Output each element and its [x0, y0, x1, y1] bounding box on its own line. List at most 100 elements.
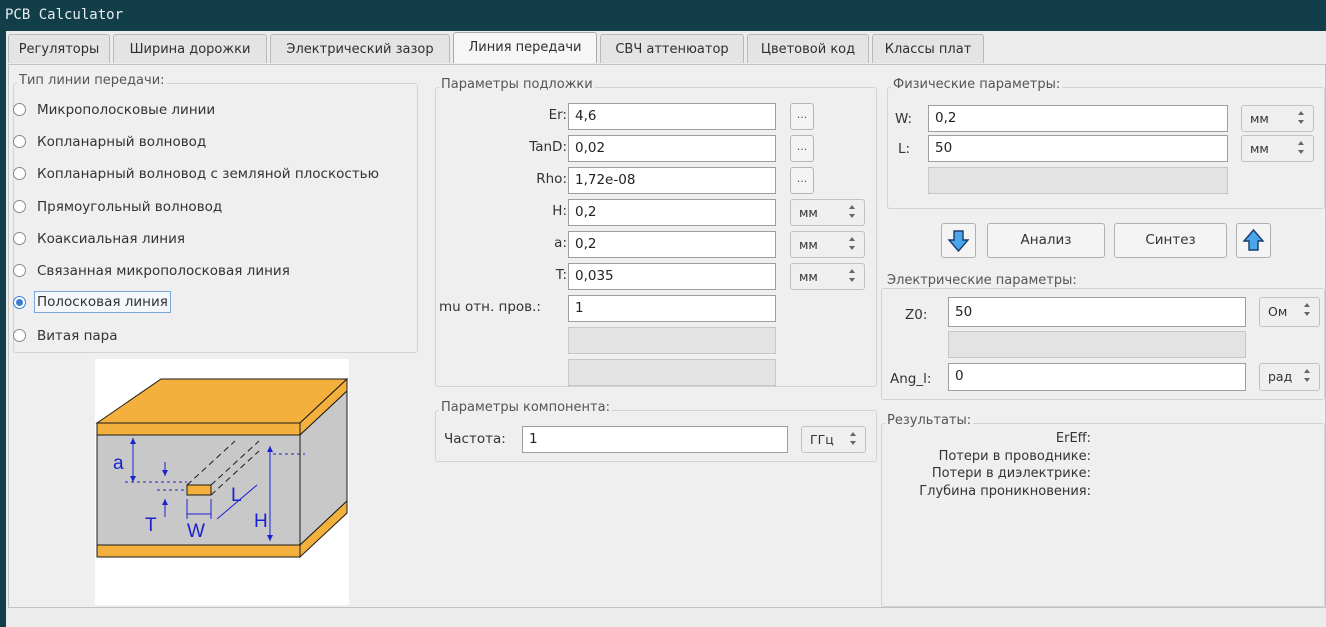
radio-indicator[interactable] — [13, 135, 26, 148]
tand-label: TanD: — [529, 139, 567, 155]
tab-rf-attenuator[interactable]: СВЧ аттенюатор — [600, 34, 744, 63]
line-type-title: Тип линии передачи: — [17, 73, 167, 88]
a-unit-select[interactable]: мм — [790, 231, 865, 258]
tab-color-code[interactable]: Цветовой код — [747, 34, 869, 63]
arrow-down-icon — [947, 230, 970, 253]
spin-arrows-icon — [849, 204, 857, 220]
synthesize-button[interactable]: Синтез — [1114, 223, 1227, 258]
physical-extra-field — [928, 167, 1228, 194]
top-plane-front — [96, 422, 301, 436]
w-input[interactable]: 0,2 — [928, 105, 1228, 132]
radio-indicator[interactable] — [13, 103, 26, 116]
results-title: Результаты: — [885, 413, 974, 428]
radio-indicator-selected[interactable] — [13, 296, 26, 309]
spin-arrows-icon — [1298, 140, 1306, 156]
a-input[interactable]: 0,2 — [568, 231, 776, 258]
transmission-line-panel: Тип линии передачи: Микрополосковые лини… — [8, 64, 1326, 608]
result-ereff: ErEff: — [1055, 431, 1091, 446]
er-browse-button[interactable]: ... — [790, 103, 814, 130]
er-input[interactable]: 4,6 — [568, 103, 776, 130]
spin-arrows-icon — [1304, 368, 1312, 384]
a-label: a: — [554, 235, 567, 251]
substrate-title: Параметры подложки — [439, 77, 595, 92]
tand-browse-button[interactable]: ... — [790, 135, 814, 162]
t-input[interactable]: 0,035 — [568, 263, 776, 290]
radio-indicator[interactable] — [13, 232, 26, 245]
tab-transmission-line[interactable]: Линия передачи — [453, 32, 597, 63]
label-T: T — [145, 515, 157, 536]
t-label: T: — [555, 267, 567, 283]
signal-strip — [186, 484, 212, 496]
w-label: W: — [895, 111, 913, 127]
spin-arrows-icon — [1298, 110, 1306, 126]
spin-arrows-icon — [850, 431, 858, 447]
synthesize-arrow-button[interactable] — [1236, 223, 1271, 258]
label-W: W — [187, 521, 205, 542]
frequency-unit-value: ГГц — [810, 432, 834, 447]
t-unit-select[interactable]: мм — [790, 263, 865, 290]
l-input[interactable]: 50 — [928, 135, 1228, 162]
ang-unit-value: рад — [1268, 369, 1293, 384]
tab-regulators[interactable]: Регуляторы — [8, 34, 110, 63]
z0-input[interactable]: 50 — [948, 297, 1246, 327]
rho-input[interactable]: 1,72e-08 — [568, 167, 776, 194]
a-unit-value: мм — [799, 237, 818, 252]
label-a: a — [113, 453, 124, 474]
spin-arrows-icon — [849, 236, 857, 252]
h-unit-select[interactable]: мм — [790, 199, 865, 226]
mu-label: mu отн. пров.: — [439, 299, 541, 315]
mu-input[interactable]: 1 — [568, 295, 776, 322]
z0-unit-select[interactable]: Ом — [1259, 297, 1320, 327]
z0-label: Z0: — [905, 307, 928, 323]
spin-arrows-icon — [1304, 302, 1312, 318]
window-frame — [0, 31, 6, 627]
bottom-plane-front — [96, 544, 301, 558]
tab-electrical-clearance[interactable]: Электрический зазор — [270, 34, 450, 63]
stripline-diagram: a T W L H — [95, 359, 349, 605]
label-L: L — [231, 485, 242, 506]
tand-input[interactable]: 0,02 — [568, 135, 776, 162]
electrical-title: Электрические параметры: — [885, 273, 1079, 288]
result-conductor-loss: Потери в проводнике: — [938, 449, 1091, 464]
radio-label: Витая пара — [37, 328, 118, 344]
electrical-extra-field — [948, 331, 1246, 358]
radio-indicator[interactable] — [13, 167, 26, 180]
substrate-extra-field — [568, 359, 776, 386]
analyze-button[interactable]: Анализ — [987, 223, 1105, 258]
analyze-arrow-button[interactable] — [941, 223, 976, 258]
frequency-label: Частота: — [444, 431, 506, 447]
h-unit-value: мм — [799, 205, 818, 220]
z0-unit-value: Ом — [1268, 304, 1288, 319]
rho-browse-button[interactable]: ... — [790, 167, 814, 194]
radio-indicator[interactable] — [13, 329, 26, 342]
frequency-input[interactable]: 1 — [522, 426, 788, 453]
rho-label: Rho: — [536, 171, 567, 187]
t-unit-value: мм — [799, 269, 818, 284]
l-unit-value: мм — [1250, 141, 1269, 156]
radio-label: Копланарный волновод с земляной плоскост… — [37, 166, 380, 182]
ang-unit-select[interactable]: рад — [1259, 363, 1320, 391]
er-label: Er: — [548, 107, 567, 123]
component-title: Параметры компонента: — [439, 400, 612, 415]
tab-board-classes[interactable]: Классы плат — [872, 34, 984, 63]
radio-indicator[interactable] — [13, 200, 26, 213]
radio-indicator[interactable] — [13, 264, 26, 277]
radio-label: Копланарный волновод — [37, 134, 207, 150]
l-unit-select[interactable]: мм — [1241, 135, 1314, 162]
w-unit-value: мм — [1250, 111, 1269, 126]
frequency-unit-select[interactable]: ГГц — [801, 426, 866, 453]
ang-input[interactable]: 0 — [948, 363, 1246, 391]
radio-label: Полосковая линия — [34, 291, 171, 313]
h-label: H: — [552, 203, 567, 219]
w-unit-select[interactable]: мм — [1241, 105, 1314, 132]
spin-arrows-icon — [849, 268, 857, 284]
radio-label: Коаксиальная линия — [37, 231, 185, 247]
status-bar — [6, 608, 1326, 627]
ang-label: Ang_l: — [890, 371, 932, 387]
result-skin-depth: Глубина проникновения: — [919, 484, 1091, 499]
h-input[interactable]: 0,2 — [568, 199, 776, 226]
l-label: L: — [898, 141, 911, 157]
radio-label: Связанная микрополосковая линия — [37, 263, 290, 279]
tab-track-width[interactable]: Ширина дорожки — [113, 34, 267, 63]
label-H: H — [254, 511, 268, 532]
